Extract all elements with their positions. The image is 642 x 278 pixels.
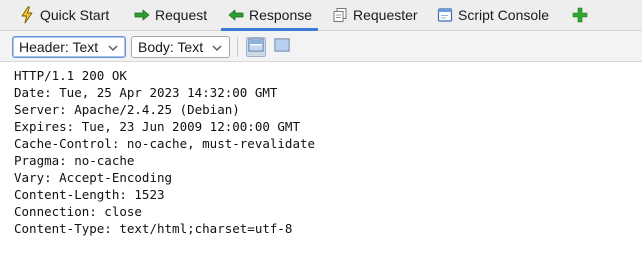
header-line: Pragma: no-cache [14,153,135,168]
plus-icon [571,6,589,24]
toolbar-divider [237,37,238,57]
requester-icon [331,6,349,24]
chevron-down-icon [107,41,119,53]
header-line: Vary: Accept-Encoding [14,170,173,185]
header-line: Content-Type: text/html;charset=utf-8 [14,221,293,236]
response-header-panel[interactable]: HTTP/1.1 200 OK Date: Tue, 25 Apr 2023 1… [0,62,642,278]
status-line: HTTP/1.1 200 OK [14,68,127,83]
single-view-button[interactable] [272,37,292,57]
header-format-select[interactable]: Header: Text [12,36,126,58]
header-line: Expires: Tue, 23 Jun 2009 12:00:00 GMT [14,119,300,134]
header-line: Cache-Control: no-cache, must-revalidate [14,136,316,151]
tab-script-console[interactable]: Script Console [436,0,549,30]
split-view-icon [248,38,264,57]
response-header-text: HTTP/1.1 200 OK Date: Tue, 25 Apr 2023 1… [14,67,315,237]
header-format-value: Header: Text [19,39,99,55]
tab-requester[interactable]: Requester [331,0,418,30]
split-view-button[interactable] [246,37,266,57]
header-line: Content-Length: 1523 [14,187,165,202]
tab-label: Requester [353,7,418,23]
lightning-icon [18,6,36,24]
response-toolbar: Header: Text Body: Text [0,31,642,62]
header-line: Server: Apache/2.4.25 (Debian) [14,102,240,117]
tab-label: Script Console [458,7,550,23]
single-view-icon [274,38,290,57]
header-line: Connection: close [14,204,142,219]
tab-response[interactable]: Response [220,0,319,31]
tab-label: Request [155,7,208,23]
arrow-left-icon [227,6,245,24]
tab-bar: Quick Start Request Response Requester S… [0,0,642,31]
tab-request[interactable]: Request [133,0,207,30]
console-icon [436,6,454,24]
body-format-select[interactable]: Body: Text [131,36,230,58]
body-format-value: Body: Text [138,39,204,55]
tab-label: Response [249,7,313,23]
add-tab-button[interactable] [571,0,593,30]
arrow-right-icon [133,6,151,24]
tab-label: Quick Start [40,7,110,23]
chevron-down-icon [211,41,223,53]
header-line: Date: Tue, 25 Apr 2023 14:32:00 GMT [14,85,278,100]
tab-quick-start[interactable]: Quick Start [18,0,109,30]
